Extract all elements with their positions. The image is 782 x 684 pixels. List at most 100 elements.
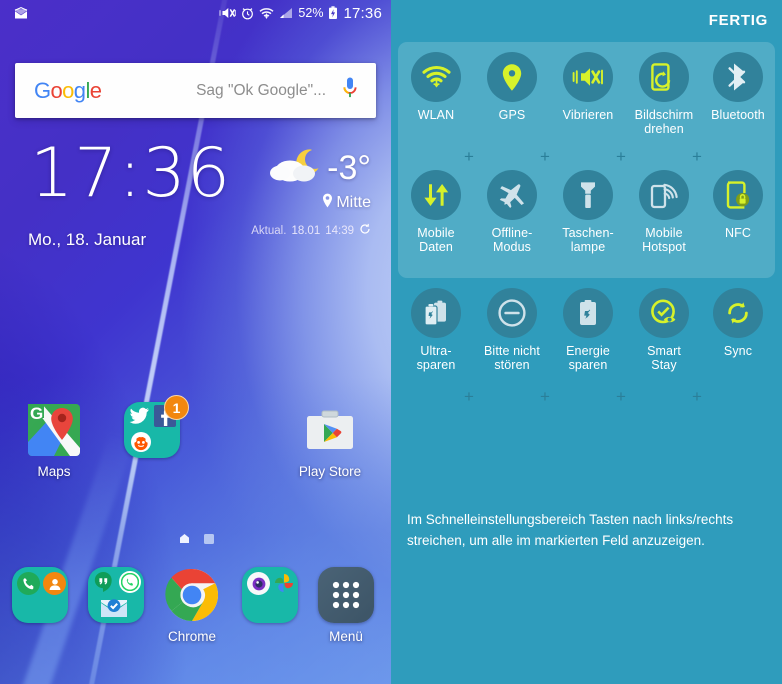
quick-settings-hint: Im Schnelleinstellungsbereich Tasten nac… (407, 512, 734, 548)
plus-icon[interactable]: + (692, 148, 702, 165)
dock-folder-messaging[interactable] (78, 567, 154, 623)
refresh-icon[interactable] (359, 223, 371, 238)
toggle-mobile-daten[interactable]: Mobile Daten (401, 170, 471, 254)
page-indicator (0, 531, 391, 544)
wifi-icon[interactable] (411, 52, 461, 102)
dock-folder-phone[interactable] (2, 567, 78, 623)
notification-badge: 1 (164, 395, 189, 420)
plus-icon[interactable]: + (464, 148, 474, 165)
google-logo: Google (34, 77, 102, 103)
toggle-label: Smart Stay (647, 344, 681, 372)
mute-vibrate-icon (219, 6, 237, 20)
toggle-label: Taschen- lampe (562, 226, 614, 254)
mail-icon (14, 6, 28, 20)
apps-grid-icon[interactable] (318, 567, 374, 623)
battery-charging-icon (328, 6, 338, 20)
nfc-icon[interactable] (713, 170, 763, 220)
weather-location: Mitte (251, 193, 371, 213)
toggle-energie-sparen[interactable]: Energie sparen (553, 288, 623, 372)
plus-icon[interactable]: + (540, 148, 550, 165)
power-saving-icon[interactable] (563, 288, 613, 338)
airplane-icon[interactable] (487, 170, 537, 220)
dock: Chrome Menü (0, 567, 391, 652)
updated-label: Aktual. (251, 224, 287, 237)
widget-date: Mo., 18. Januar (28, 230, 147, 249)
google-maps-icon[interactable]: G (26, 402, 82, 458)
toggle-label: Energie sparen (566, 344, 610, 372)
play-store-icon[interactable] (302, 402, 358, 458)
flashlight-icon[interactable] (563, 170, 613, 220)
toggle-vibrieren[interactable]: Vibrieren (553, 52, 623, 122)
app-play-store[interactable]: Play Store (288, 402, 372, 479)
updated-date: 18.01 (291, 224, 321, 237)
toggle-bitte-nicht-stoeren[interactable]: Bitte nicht stören (477, 288, 547, 372)
plus-icon[interactable]: + (616, 388, 626, 405)
toggle-label: Mobile Hotspot (642, 226, 686, 254)
app-label: Maps (37, 464, 71, 479)
home-icon[interactable] (179, 531, 189, 543)
location-pin-icon[interactable] (487, 52, 537, 102)
plus-icon[interactable]: + (464, 388, 474, 405)
camera-icon (247, 572, 270, 595)
folder-social[interactable]: 1 (110, 395, 194, 458)
microphone-icon[interactable] (342, 76, 358, 105)
quick-settings-topbar: FERTIG (391, 0, 782, 40)
plus-icon[interactable]: + (540, 388, 550, 405)
toggle-gps[interactable]: GPS (477, 52, 547, 122)
folder-icon[interactable] (12, 567, 68, 623)
toggle-taschenlampe[interactable]: Taschen- lampe (553, 170, 623, 254)
drag-handles-row-3: + + + + (391, 388, 782, 408)
mobile-data-icon[interactable] (411, 170, 461, 220)
toggle-label: Sync (723, 344, 753, 358)
bluetooth-icon[interactable] (713, 52, 763, 102)
toggle-bildschirm-drehen[interactable]: Bildschirm drehen (629, 52, 699, 136)
toggle-nfc[interactable]: NFC (703, 170, 773, 240)
toggle-smart-stay[interactable]: Smart Stay (629, 288, 699, 372)
toggle-label: NFC (725, 226, 751, 240)
plus-icon[interactable]: + (616, 148, 626, 165)
toggle-sync[interactable]: Sync (703, 288, 773, 358)
toggle-label: WLAN (417, 108, 455, 122)
app-maps[interactable]: G Maps (12, 402, 96, 479)
updated-time: 14:39 (325, 224, 354, 237)
do-not-disturb-icon[interactable] (487, 288, 537, 338)
status-bar: 52% 17:36 (0, 0, 391, 26)
toggle-label: GPS (498, 108, 526, 122)
toggle-label: Vibrieren (562, 108, 614, 122)
smart-stay-icon[interactable] (639, 288, 689, 338)
dock-label: Chrome (167, 629, 216, 644)
screen-rotate-icon[interactable] (639, 52, 689, 102)
weather-location-label: Mitte (336, 194, 371, 211)
ultra-power-saving-icon[interactable] (411, 288, 461, 338)
cloud-moon-icon (268, 146, 326, 191)
plus-icon[interactable]: + (692, 388, 702, 405)
weather-temperature: -3° (327, 149, 371, 187)
toggle-offline-modus[interactable]: Offline- Modus (477, 170, 547, 254)
done-button[interactable]: FERTIG (709, 12, 768, 29)
sync-icon[interactable] (713, 288, 763, 338)
toggle-bluetooth[interactable]: Bluetooth (703, 52, 773, 122)
photos-icon (273, 572, 295, 599)
weather-block[interactable]: -3° Mitte Aktual. 18.01 14:39 (251, 146, 371, 238)
folder-icon[interactable]: 1 (124, 395, 189, 458)
page-square-icon[interactable] (203, 531, 214, 544)
toggle-label: Mobile Daten (417, 226, 455, 254)
contacts-icon (43, 572, 66, 595)
vibrate-icon[interactable] (563, 52, 613, 102)
folder-icon[interactable] (242, 567, 298, 623)
search-input[interactable]: Sag "Ok Google"... (196, 82, 326, 100)
google-search-widget[interactable]: Google Sag "Ok Google"... (15, 63, 376, 118)
hotspot-icon[interactable] (639, 170, 689, 220)
clock-weather-widget[interactable]: 17:36 Mo., 18. Januar -3° Mitte Aktual. … (0, 138, 391, 263)
toggle-ultra-sparen[interactable]: Ultra- sparen (401, 288, 471, 372)
folder-icon[interactable] (88, 567, 144, 623)
email-icon (100, 597, 128, 623)
dock-folder-media[interactable] (232, 567, 308, 623)
location-pin-icon (322, 193, 333, 213)
chrome-icon[interactable] (164, 567, 220, 623)
toggle-mobile-hotspot[interactable]: Mobile Hotspot (629, 170, 699, 254)
status-bar-left (14, 6, 28, 20)
dock-app-drawer[interactable]: Menü (308, 567, 384, 644)
dock-chrome[interactable]: Chrome (154, 567, 230, 644)
toggle-wlan[interactable]: WLAN (401, 52, 471, 122)
